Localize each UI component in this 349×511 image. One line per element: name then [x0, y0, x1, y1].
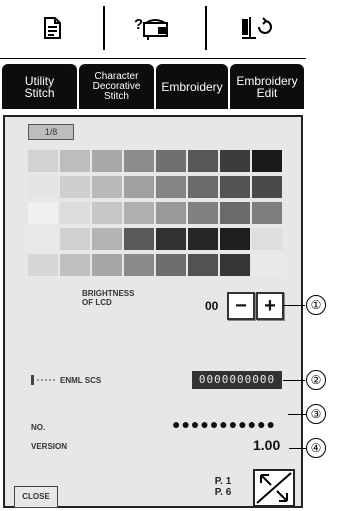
color-swatch[interactable] [252, 254, 282, 276]
callout-2: ② [306, 370, 326, 390]
tab-label: Embroidery Edit [236, 73, 298, 100]
color-swatch[interactable] [92, 150, 122, 172]
color-swatch[interactable] [220, 176, 250, 198]
pattern-list-button[interactable] [0, 6, 103, 50]
color-swatch[interactable] [92, 228, 122, 250]
callout-leader [283, 305, 305, 306]
color-swatch[interactable] [124, 254, 154, 276]
color-swatch[interactable] [252, 202, 282, 224]
color-swatch[interactable] [156, 202, 186, 224]
brightness-decrease-button[interactable]: − [227, 292, 255, 320]
color-swatch[interactable] [124, 202, 154, 224]
color-swatch[interactable] [28, 254, 58, 276]
mode-tabs: Utility Stitch Character Decorative Stit… [0, 59, 306, 111]
machine-model-icon [30, 374, 56, 389]
color-swatch[interactable] [60, 202, 90, 224]
color-swatch[interactable] [220, 254, 250, 276]
color-swatch[interactable] [188, 254, 218, 276]
svg-text:?: ? [134, 16, 143, 33]
tab-embroidery[interactable]: Embroidery [156, 64, 228, 109]
brightness-increase-button[interactable]: + [256, 292, 284, 320]
callout-4: ④ [306, 438, 326, 458]
color-swatch[interactable] [28, 202, 58, 224]
tab-embroidery-edit[interactable]: Embroidery Edit [230, 64, 304, 109]
color-swatch[interactable] [252, 150, 282, 172]
color-swatch[interactable] [92, 176, 122, 198]
help-sewing-icon: ? [134, 16, 168, 40]
background-color-palette [28, 150, 282, 285]
color-swatch[interactable] [252, 228, 282, 250]
callout-leader [289, 448, 306, 449]
page-indicator: P. 1 P. 6 [214, 476, 232, 498]
color-swatch[interactable] [156, 150, 186, 172]
color-swatch[interactable] [92, 254, 122, 276]
color-swatch[interactable] [92, 202, 122, 224]
pattern-list-icon [43, 17, 61, 39]
top-icon-bar: ? [0, 0, 306, 59]
callout-leader [288, 414, 306, 415]
tab-character-decorative-stitch[interactable]: Character Decorative Stitch [79, 64, 154, 109]
callout-leader [283, 380, 305, 381]
color-swatch[interactable] [188, 176, 218, 198]
tab-label: Character Decorative Stitch [92, 70, 141, 102]
color-swatch[interactable] [188, 202, 218, 224]
serial-number-value: ●●●●●●●●●●● [172, 416, 277, 432]
model-number: 0000000000 [192, 371, 282, 389]
needle-thread-button[interactable] [205, 6, 306, 50]
brightness-value: 00 [205, 299, 219, 313]
color-swatch[interactable] [60, 228, 90, 250]
settings-page-tab[interactable]: 1/8 [28, 124, 74, 140]
color-swatch[interactable] [188, 150, 218, 172]
window-size-button[interactable] [253, 469, 295, 507]
close-button[interactable]: CLOSE [14, 486, 58, 508]
color-swatch[interactable] [220, 228, 250, 250]
tab-utility-stitch[interactable]: Utility Stitch [2, 64, 77, 109]
color-swatch[interactable] [156, 176, 186, 198]
color-swatch[interactable] [60, 176, 90, 198]
color-swatch[interactable] [156, 228, 186, 250]
color-swatch[interactable] [28, 228, 58, 250]
color-swatch[interactable] [188, 228, 218, 250]
color-swatch[interactable] [124, 176, 154, 198]
serial-number-label: NO. [31, 423, 46, 432]
resize-arrows-icon [256, 472, 292, 504]
color-swatch[interactable] [28, 176, 58, 198]
color-swatch[interactable] [28, 150, 58, 172]
color-swatch[interactable] [220, 150, 250, 172]
tab-label: Embroidery [161, 79, 223, 94]
color-swatch[interactable] [252, 176, 282, 198]
version-label: VERSION [31, 442, 68, 451]
help-sewing-button[interactable]: ? [103, 6, 207, 50]
tab-label: Utility Stitch [24, 73, 55, 100]
callout-3: ③ [306, 404, 326, 424]
callout-1: ① [306, 295, 326, 315]
color-swatch[interactable] [220, 202, 250, 224]
color-swatch[interactable] [124, 150, 154, 172]
color-swatch[interactable] [60, 254, 90, 276]
version-value: 1.00 [253, 437, 281, 453]
color-swatch[interactable] [156, 254, 186, 276]
color-swatch[interactable] [60, 150, 90, 172]
color-swatch[interactable] [124, 228, 154, 250]
needle-thread-icon [241, 17, 272, 39]
brightness-label: BRIGHTNESS OF LCD [82, 289, 135, 307]
model-name: ENML SCS [60, 376, 102, 385]
